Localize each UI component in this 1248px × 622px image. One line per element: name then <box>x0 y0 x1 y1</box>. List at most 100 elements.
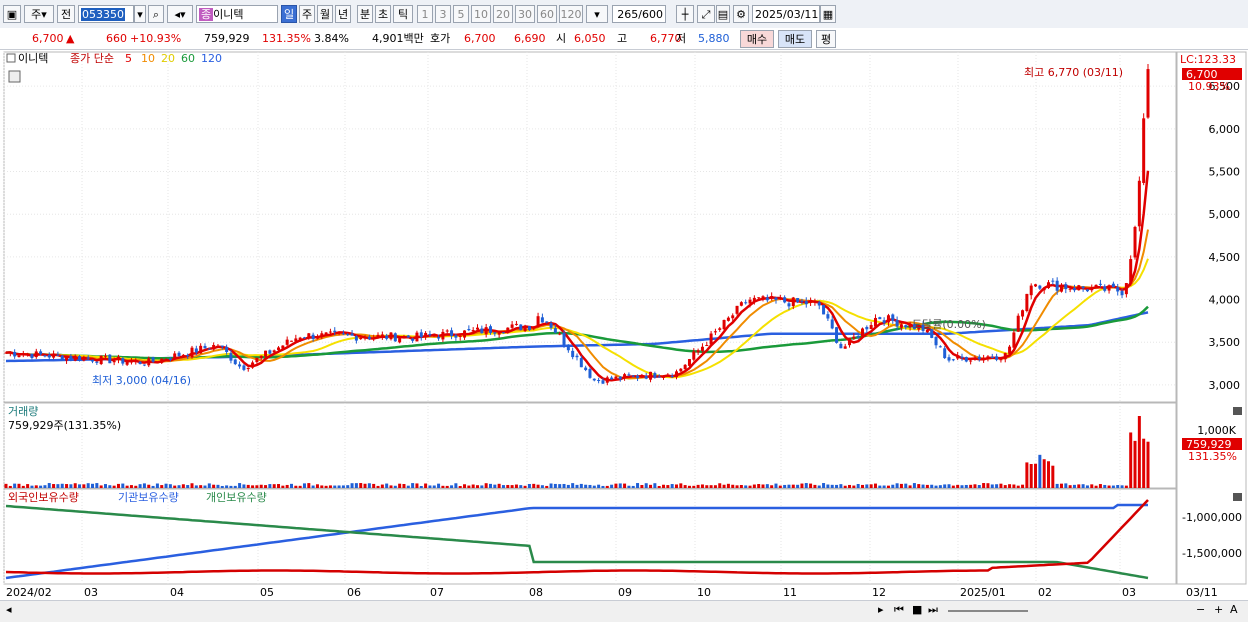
layout-icon[interactable]: ▣ <box>3 5 21 23</box>
period-month[interactable]: 월 <box>317 5 333 23</box>
candle-body <box>817 302 821 306</box>
sell-button[interactable]: 매도 <box>778 30 812 48</box>
zoom-in-icon[interactable]: + <box>1214 603 1223 616</box>
price-chart-svg[interactable]: 3,0003,5004,0004,5005,0005,5006,0006,500… <box>0 50 1248 600</box>
prev-button[interactable]: 전 <box>57 5 75 23</box>
interval-dropdown-icon[interactable]: ▾ <box>586 5 608 23</box>
market-select[interactable]: 주▾ <box>24 5 54 23</box>
data-count: 265 <box>617 8 639 21</box>
candle-body <box>644 376 648 379</box>
candle-body <box>571 350 575 358</box>
volume-bar <box>341 485 345 488</box>
buy-button[interactable]: 매수 <box>740 30 774 48</box>
save-icon[interactable]: ▤ <box>716 5 730 23</box>
scroll-right-icon[interactable]: ▸ <box>878 603 884 616</box>
holdings-close-icon[interactable] <box>1233 493 1242 501</box>
volume-bar <box>229 485 233 488</box>
candle-body <box>302 337 306 339</box>
volume-bar <box>649 484 653 488</box>
candle-body <box>82 357 86 361</box>
stock-name-field[interactable]: 종 이니텍 <box>196 5 278 23</box>
stock-code-input[interactable]: 053350 <box>78 5 134 23</box>
period-year[interactable]: 년 <box>335 5 351 23</box>
volume-bar <box>264 485 268 488</box>
candle-body <box>1051 280 1055 282</box>
interval-1[interactable]: 1 <box>417 5 433 23</box>
scroll-left-icon[interactable]: ◂ <box>6 603 12 616</box>
up-arrow-icon: ▲ <box>66 32 75 45</box>
candle-type-icon[interactable]: ┼ <box>676 5 694 23</box>
font-size-icon[interactable]: A <box>1230 603 1238 616</box>
volume-bar <box>441 485 445 488</box>
stock-name: 이니텍 <box>213 8 244 21</box>
interval-20[interactable]: 20 <box>493 5 513 23</box>
candle-body <box>934 336 938 346</box>
eval-button[interactable]: 평 <box>816 30 836 48</box>
holding-tick-label: -1,000,000 <box>1182 511 1242 524</box>
candle-body <box>1116 287 1120 292</box>
interval-3[interactable]: 3 <box>435 5 451 23</box>
candle-body <box>592 378 596 381</box>
candle-body <box>194 348 198 353</box>
interval-10[interactable]: 10 <box>471 5 491 23</box>
date-field[interactable]: 2025/03/11 <box>752 5 820 23</box>
volume-bar <box>895 483 899 488</box>
speaker-icon[interactable]: ◂▾ <box>167 5 193 23</box>
candle-body <box>415 332 419 342</box>
volume-bar <box>826 484 830 488</box>
volume-bar <box>454 483 458 488</box>
volume-bar <box>822 483 826 488</box>
candle-body <box>1111 283 1115 288</box>
volume-bar <box>34 485 38 488</box>
gear-icon[interactable]: ⚙ <box>733 5 749 23</box>
data-count-field[interactable]: 265/600 <box>612 5 666 23</box>
chart-scrollbar[interactable]: ◂ ▸ ⏮ ■ ⏭ − + A <box>0 600 1248 622</box>
candle-body <box>705 345 709 347</box>
candle-body <box>424 332 428 338</box>
code-dropdown-icon[interactable]: ▾ <box>134 5 146 23</box>
interval-60[interactable]: 60 <box>537 5 557 23</box>
forward-icon[interactable]: ⏭ <box>928 603 938 617</box>
period-tick[interactable]: 틱 <box>393 5 413 23</box>
stop-icon[interactable]: ■ <box>912 603 922 616</box>
zoom-slider[interactable] <box>948 610 1028 612</box>
period-day[interactable]: 일 <box>281 5 297 23</box>
zoom-out-icon[interactable]: − <box>1196 603 1205 616</box>
volume-bar <box>865 484 869 488</box>
candle-body <box>458 336 462 338</box>
interval-30[interactable]: 30 <box>515 5 535 23</box>
volume-bar <box>1142 438 1146 488</box>
table-icon[interactable] <box>8 70 21 83</box>
lc-label: LC:123.33 <box>1180 53 1236 66</box>
interval-120[interactable]: 120 <box>559 5 583 23</box>
volume-bar <box>337 485 341 488</box>
candle-body <box>30 353 34 358</box>
volume-bar <box>320 485 324 488</box>
volume-bar <box>203 485 207 488</box>
volume-bar <box>519 485 523 488</box>
rewind-icon[interactable]: ⏮ <box>894 603 904 617</box>
search-icon[interactable]: ⌕ <box>148 5 164 23</box>
volume-bar <box>311 485 315 488</box>
candle-body <box>454 335 458 338</box>
period-second[interactable]: 초 <box>375 5 391 23</box>
candle-body <box>1064 284 1068 290</box>
volume-bar <box>631 485 635 488</box>
volume-bar <box>255 485 259 488</box>
candle-body <box>774 297 778 300</box>
volume-close-icon[interactable] <box>1233 407 1242 415</box>
volume-bar <box>1098 484 1102 488</box>
interval-5[interactable]: 5 <box>453 5 469 23</box>
calendar-icon[interactable]: ▦ <box>820 5 836 23</box>
volume-bar <box>1064 483 1068 488</box>
zoom-icon[interactable]: ⤢ <box>697 5 715 23</box>
candle-body <box>713 331 717 333</box>
volume-bar <box>445 485 449 488</box>
volume-bar <box>1124 485 1128 488</box>
period-week[interactable]: 주 <box>299 5 315 23</box>
volume-bar <box>943 484 947 488</box>
chart-area[interactable]: 3,000 3,500 4,000 4,500 5,000 5,500 6,000 6,500… <box>0 50 1248 621</box>
candle-body <box>670 375 674 377</box>
candle-body <box>886 315 890 323</box>
period-minute[interactable]: 분 <box>357 5 373 23</box>
